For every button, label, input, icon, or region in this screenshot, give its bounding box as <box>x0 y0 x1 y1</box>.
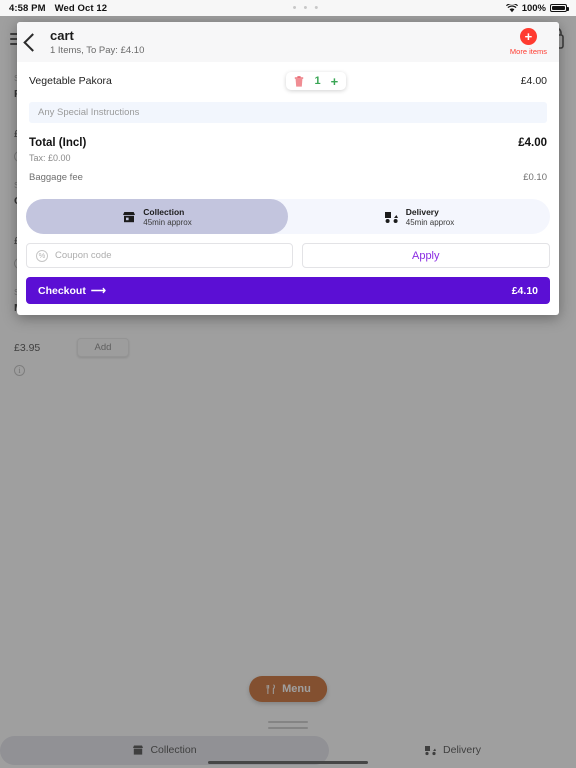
apply-coupon-button[interactable]: Apply <box>301 243 550 268</box>
discount-icon: % <box>36 249 48 262</box>
increment-button[interactable]: + <box>331 75 339 88</box>
battery-percent: 100% <box>521 2 546 14</box>
apply-label: Apply <box>411 249 440 262</box>
checkout-amount: £4.10 <box>511 284 538 297</box>
plus-icon: + <box>519 28 537 45</box>
cart-modal: cart 1 Items, To Pay: £4.10 + More items… <box>17 22 559 315</box>
page-title: cart <box>50 27 74 43</box>
status-bar-right: 100% <box>505 2 569 14</box>
special-instructions-input[interactable]: Any Special Instructions <box>29 102 547 123</box>
cart-subtitle: 1 Items, To Pay: £4.10 <box>50 44 145 56</box>
cart-totals: Total (Incl) £4.00 Tax: £0.00 Baggage fe… <box>17 123 559 187</box>
mode-delivery-text: Delivery 45min approx <box>406 207 454 227</box>
mode-collection-text: Collection 45min approx <box>143 207 191 227</box>
chevron-left-icon[interactable] <box>23 32 42 52</box>
wifi-icon <box>505 3 518 12</box>
special-instructions-placeholder: Any Special Instructions <box>38 107 140 118</box>
cart-line-item: Vegetable Pakora 1 + £4.00 <box>17 62 559 100</box>
cart-header: cart 1 Items, To Pay: £4.10 + More items <box>17 22 559 62</box>
mode-collection[interactable]: Collection 45min approx <box>26 199 288 234</box>
total-label: Total (Incl) <box>29 137 87 149</box>
quantity-stepper[interactable]: 1 + <box>286 72 347 90</box>
tablet-screen: 4:58 PM Wed Oct 12 • • • 100% cart 1 Ite… <box>0 0 576 768</box>
cart-item-price: £4.00 <box>520 75 547 87</box>
tax-label: Tax: £0.00 <box>29 153 71 163</box>
mode-delivery[interactable]: Delivery 45min approx <box>288 199 550 234</box>
status-bar-left: 4:58 PM Wed Oct 12 <box>9 3 107 14</box>
storefront-icon <box>123 211 136 222</box>
battery-full-icon <box>550 3 569 13</box>
status-bar: 4:58 PM Wed Oct 12 • • • 100% <box>0 0 576 16</box>
coupon-input[interactable]: % Coupon code <box>26 243 293 268</box>
delivery-scooter-icon <box>384 211 398 223</box>
more-items-label: More items <box>509 47 547 56</box>
status-date: Wed Oct 12 <box>54 2 108 14</box>
total-value: £4.00 <box>518 137 547 149</box>
mode-collection-eta: 45min approx <box>143 217 192 227</box>
cart-item-name: Vegetable Pakora <box>29 75 112 87</box>
coupon-placeholder: Coupon code <box>55 250 112 261</box>
mode-delivery-eta: 45min approx <box>405 217 455 227</box>
status-center-dots: • • • <box>292 2 321 14</box>
arrow-right-icon: ⟶ <box>90 284 106 297</box>
baggage-fee-value: £0.10 <box>523 172 547 183</box>
checkout-button[interactable]: Checkout ⟶ £4.10 <box>26 277 550 304</box>
baggage-fee-label: Baggage fee <box>29 172 83 183</box>
quantity-value: 1 <box>314 75 321 87</box>
coupon-row: % Coupon code Apply <box>17 234 559 268</box>
mode-delivery-label: Delivery <box>405 206 439 217</box>
fulfilment-mode-toggle: Collection 45min approx Delivery 45min a… <box>26 199 550 234</box>
checkout-left: Checkout ⟶ <box>38 285 106 297</box>
more-items-button[interactable]: + More items <box>510 28 547 56</box>
trash-icon[interactable] <box>294 75 304 87</box>
cart-header-text: cart 1 Items, To Pay: £4.10 <box>50 27 145 56</box>
status-time: 4:58 PM <box>9 2 46 14</box>
checkout-label: Checkout <box>38 284 86 297</box>
mode-collection-label: Collection <box>143 206 185 217</box>
